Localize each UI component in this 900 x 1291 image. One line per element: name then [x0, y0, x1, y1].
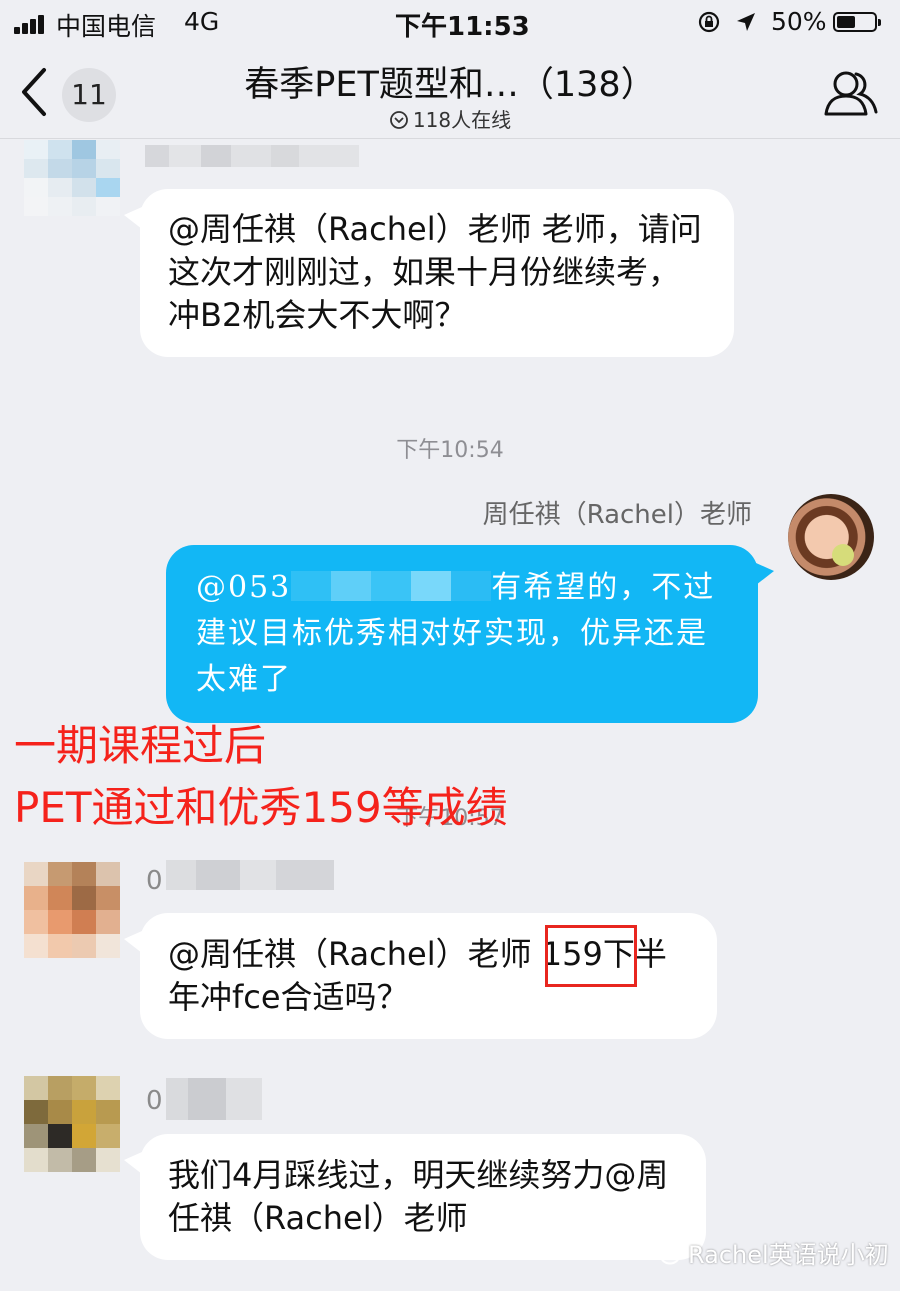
status-time: 下午11:53	[395, 12, 530, 42]
back-button[interactable]: 11	[12, 64, 116, 122]
message-text: 我们4月踩线过，明天继续努力@周任祺（Rachel）老师	[168, 1156, 669, 1237]
unread-count-badge: 11	[62, 68, 116, 122]
mention-blur	[291, 571, 492, 601]
battery-percent: 50%	[771, 7, 827, 36]
avatar[interactable]	[24, 1076, 120, 1172]
chevron-down-circle-icon	[390, 111, 408, 129]
rotation-lock-icon	[698, 11, 720, 33]
sender-name-blurred	[145, 145, 359, 167]
sender-name-prefix: 0	[146, 1086, 163, 1116]
message-bubble[interactable]: @周任祺（Rachel）老师 老师，请问这次才刚刚过，如果十月份继续考，冲B2机…	[124, 189, 734, 357]
online-count: 118人在线	[412, 108, 512, 132]
location-icon	[737, 13, 755, 31]
chevron-left-icon	[22, 68, 46, 116]
sender-name-blurred	[166, 860, 334, 890]
online-status[interactable]: 118人在线	[300, 104, 600, 133]
wechat-icon	[649, 1239, 680, 1264]
battery-icon	[833, 12, 881, 32]
caption-line-1: 一期课程过后	[14, 721, 267, 770]
message-text: @周任祺（Rachel）老师	[168, 935, 542, 973]
watermark: Rachel英语说小初	[648, 1235, 889, 1270]
network-type: 4G	[184, 7, 220, 36]
status-bar: 中国电信 4G 下午11:53 50%	[0, 0, 900, 46]
chat-title[interactable]: 春季PET题型和…（138）	[150, 56, 750, 107]
group-members-icon[interactable]	[820, 64, 882, 120]
signal-icon	[14, 12, 50, 34]
carrier-label: 中国电信	[56, 12, 157, 41]
message-bubble[interactable]: 我们4月踩线过，明天继续努力@周任祺（Rachel）老师	[124, 1134, 706, 1260]
avatar[interactable]	[24, 862, 120, 958]
avatar[interactable]	[24, 140, 120, 216]
watermark-text: Rachel英语说小初	[688, 1241, 889, 1269]
sender-name: 周任祺（Rachel）老师	[482, 500, 752, 530]
avatar[interactable]	[788, 494, 874, 580]
timestamp: 下午10:54	[396, 438, 504, 463]
message-text: @周任祺（Rachel）老师 老师，请问这次才刚刚过，如果十月份继续考，冲B2机…	[168, 210, 702, 334]
mention-prefix: @053	[196, 570, 292, 605]
sender-name-prefix: 0	[146, 866, 163, 896]
chat-header: 11 春季PET题型和…（138） 118人在线	[0, 46, 900, 139]
sender-name-blurred	[166, 1078, 262, 1120]
caption-line-2: PET通过和优秀159等成绩	[14, 783, 508, 832]
score-highlight-box	[545, 925, 637, 987]
message-bubble[interactable]: @053 有希望的，不过建议目标优秀相对好实现，优异还是太难了	[166, 545, 774, 723]
